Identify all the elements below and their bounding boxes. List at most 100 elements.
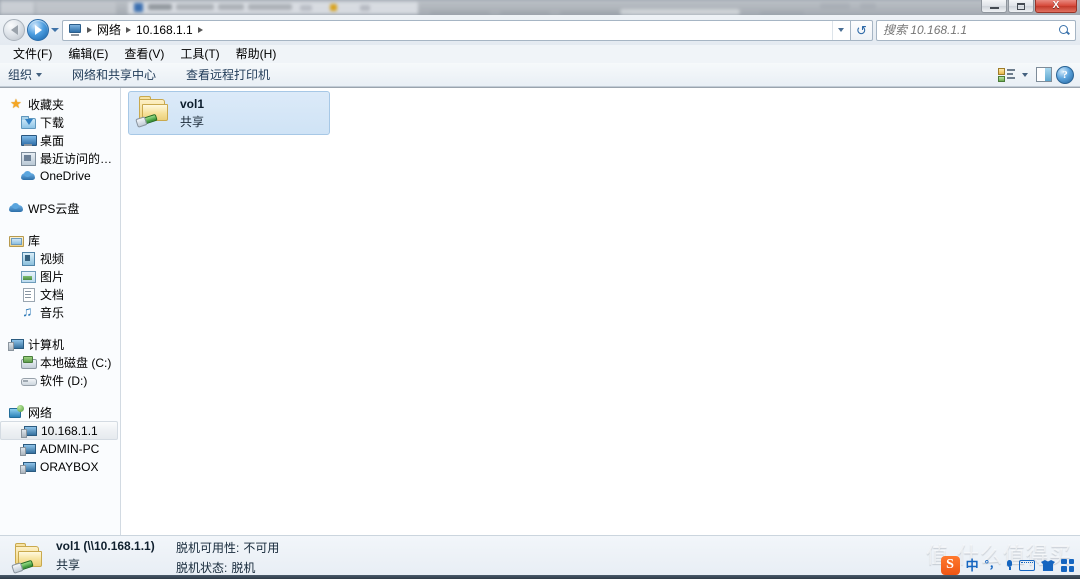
sidebar-item-wps-cloud[interactable]: WPS云盘 (0, 199, 120, 217)
sidebar-item-drive-d[interactable]: 软件 (D:) (0, 371, 120, 389)
menu-edit[interactable]: 编辑(E) (60, 45, 116, 63)
list-item-name: vol1 (180, 96, 205, 111)
sidebar-item-label: 文档 (40, 287, 65, 302)
network-computer-icon (67, 22, 83, 38)
sidebar-item-label: 软件 (D:) (40, 373, 88, 388)
menu-tools[interactable]: 工具(T) (172, 45, 227, 63)
offline-availability-value: 不可用 (243, 541, 280, 555)
sidebar-item-pictures[interactable]: 图片 (0, 267, 120, 285)
address-bar[interactable]: 网络 10.168.1.1 (62, 19, 851, 41)
nav-group-favorites: 收藏夹 下载 桌面 最近访问的位置 (0, 95, 120, 185)
sidebar-item-favorites[interactable]: 收藏夹 (0, 95, 120, 113)
search-input[interactable] (881, 22, 1058, 38)
sidebar-item-label: 视频 (40, 251, 65, 266)
sidebar-item-label: 音乐 (40, 305, 65, 320)
ime-toolbar[interactable]: S 中 °， (940, 554, 1074, 576)
recent-pages-button[interactable] (49, 19, 61, 41)
video-icon (20, 250, 36, 266)
maximize-button[interactable] (1008, 0, 1034, 13)
sidebar-item-network[interactable]: 网络 (0, 403, 120, 421)
chevron-down-icon (51, 28, 59, 32)
sidebar-item-label: 桌面 (40, 133, 65, 148)
view-remote-printers-button[interactable]: 查看远程打印机 (178, 64, 278, 86)
sidebar-item-label: 本地磁盘 (C:) (40, 355, 112, 370)
refresh-icon: ↺ (856, 22, 867, 38)
details-subtitle: 共享 (56, 558, 81, 572)
sidebar-item-host-10-168-1-1[interactable]: 10.168.1.1 (0, 421, 118, 440)
computer-icon (21, 423, 37, 439)
organize-label: 组织 (8, 67, 33, 82)
breadcrumb-item-network[interactable]: 网络 (93, 21, 125, 40)
search-box[interactable] (876, 19, 1076, 41)
window-controls: X (981, 0, 1077, 13)
sidebar-item-music[interactable]: 音乐 (0, 303, 120, 321)
computer-icon (8, 336, 24, 352)
chevron-down-icon (36, 72, 43, 77)
menu-file[interactable]: 文件(F) (5, 45, 60, 63)
taskbar-edge (0, 575, 1080, 579)
menu-view[interactable]: 查看(V) (116, 45, 172, 63)
minimize-button[interactable] (981, 0, 1007, 13)
list-item-subtitle: 共享 (180, 114, 205, 129)
soft-keyboard-icon[interactable] (1019, 559, 1035, 571)
offline-status-value: 脱机 (231, 561, 256, 575)
chinese-mode-icon[interactable]: 中 (966, 559, 979, 572)
breadcrumb-separator-icon (87, 27, 92, 33)
documents-icon (20, 286, 36, 302)
breadcrumb: 网络 10.168.1.1 (65, 21, 204, 40)
close-icon: X (1052, 0, 1060, 11)
forward-button[interactable] (27, 19, 49, 41)
breadcrumb-item-host[interactable]: 10.168.1.1 (132, 21, 197, 40)
list-item-text: vol1 共享 (180, 97, 204, 130)
sidebar-item-label: 最近访问的位置 (40, 151, 120, 166)
voice-input-icon[interactable] (1006, 560, 1013, 570)
details-text: vol1 (\\10.168.1.1) 共享 脱机可用性: 不可用 脱机状态: … (56, 539, 279, 576)
menu-bar: 文件(F) 编辑(E) 查看(V) 工具(T) 帮助(H) (0, 45, 1080, 63)
drive-icon (20, 372, 37, 388)
shared-folder-icon (12, 542, 46, 574)
menu-help[interactable]: 帮助(H) (228, 45, 285, 63)
nav-group-network: 网络 10.168.1.1 ADMIN-PC ORAYBOX (0, 403, 120, 476)
network-icon (8, 404, 24, 420)
breadcrumb-separator-icon (126, 27, 132, 33)
sidebar-item-computer[interactable]: 计算机 (0, 335, 120, 353)
address-dropdown-button[interactable] (832, 20, 848, 40)
file-list-pane[interactable]: vol1 共享 (121, 88, 1080, 535)
sidebar-item-videos[interactable]: 视频 (0, 249, 120, 267)
sidebar-item-recent-places[interactable]: 最近访问的位置 (0, 149, 120, 167)
sidebar-item-downloads[interactable]: 下载 (0, 113, 120, 131)
sidebar-item-onedrive[interactable]: OneDrive (0, 167, 120, 185)
sidebar-item-label: WPS云盘 (28, 201, 80, 216)
window-body: 收藏夹 下载 桌面 最近访问的位置 (0, 88, 1080, 535)
navigation-pane[interactable]: 收藏夹 下载 桌面 最近访问的位置 (0, 88, 121, 535)
organize-button[interactable]: 组织 (0, 64, 50, 86)
network-sharing-center-button[interactable]: 网络和共享中心 (64, 64, 164, 86)
sidebar-item-desktop[interactable]: 桌面 (0, 131, 120, 149)
toolbox-icon[interactable] (1061, 558, 1074, 572)
maximize-icon (1017, 2, 1025, 10)
sogou-logo-icon[interactable]: S (940, 555, 960, 575)
sidebar-item-label: 收藏夹 (28, 97, 65, 112)
sidebar-item-documents[interactable]: 文档 (0, 285, 120, 303)
explorer-window: X 网络 10.168.1.1 ↺ 搜索 10.168.1.1 文件(F) 编辑… (0, 0, 1080, 579)
skin-icon[interactable] (1041, 559, 1055, 571)
back-button[interactable] (3, 19, 25, 41)
punctuation-icon[interactable]: °， (985, 559, 1000, 571)
sidebar-item-label: 计算机 (28, 337, 65, 352)
chevron-down-icon (1022, 72, 1028, 77)
screen: X 网络 10.168.1.1 ↺ 搜索 10.168.1.1 文件(F) 编辑… (0, 0, 1080, 579)
close-button[interactable]: X (1035, 0, 1077, 13)
preview-pane-button[interactable] (1034, 66, 1054, 83)
view-mode-icon[interactable] (998, 67, 1016, 83)
arrow-right-icon (34, 25, 42, 35)
sidebar-item-host-admin-pc[interactable]: ADMIN-PC (0, 440, 120, 458)
sidebar-item-host-oraybox[interactable]: ORAYBOX (0, 458, 120, 476)
help-button[interactable]: ? (1056, 65, 1074, 84)
view-mode-dropdown-button[interactable] (1018, 72, 1032, 77)
sidebar-item-libraries[interactable]: 库 (0, 231, 120, 249)
sidebar-item-label: 网络 (28, 405, 53, 420)
list-item[interactable]: vol1 共享 (128, 91, 330, 135)
sidebar-item-local-disk-c[interactable]: 本地磁盘 (C:) (0, 353, 120, 371)
sidebar-item-label: 下载 (40, 115, 65, 130)
refresh-button[interactable]: ↺ (851, 19, 873, 41)
